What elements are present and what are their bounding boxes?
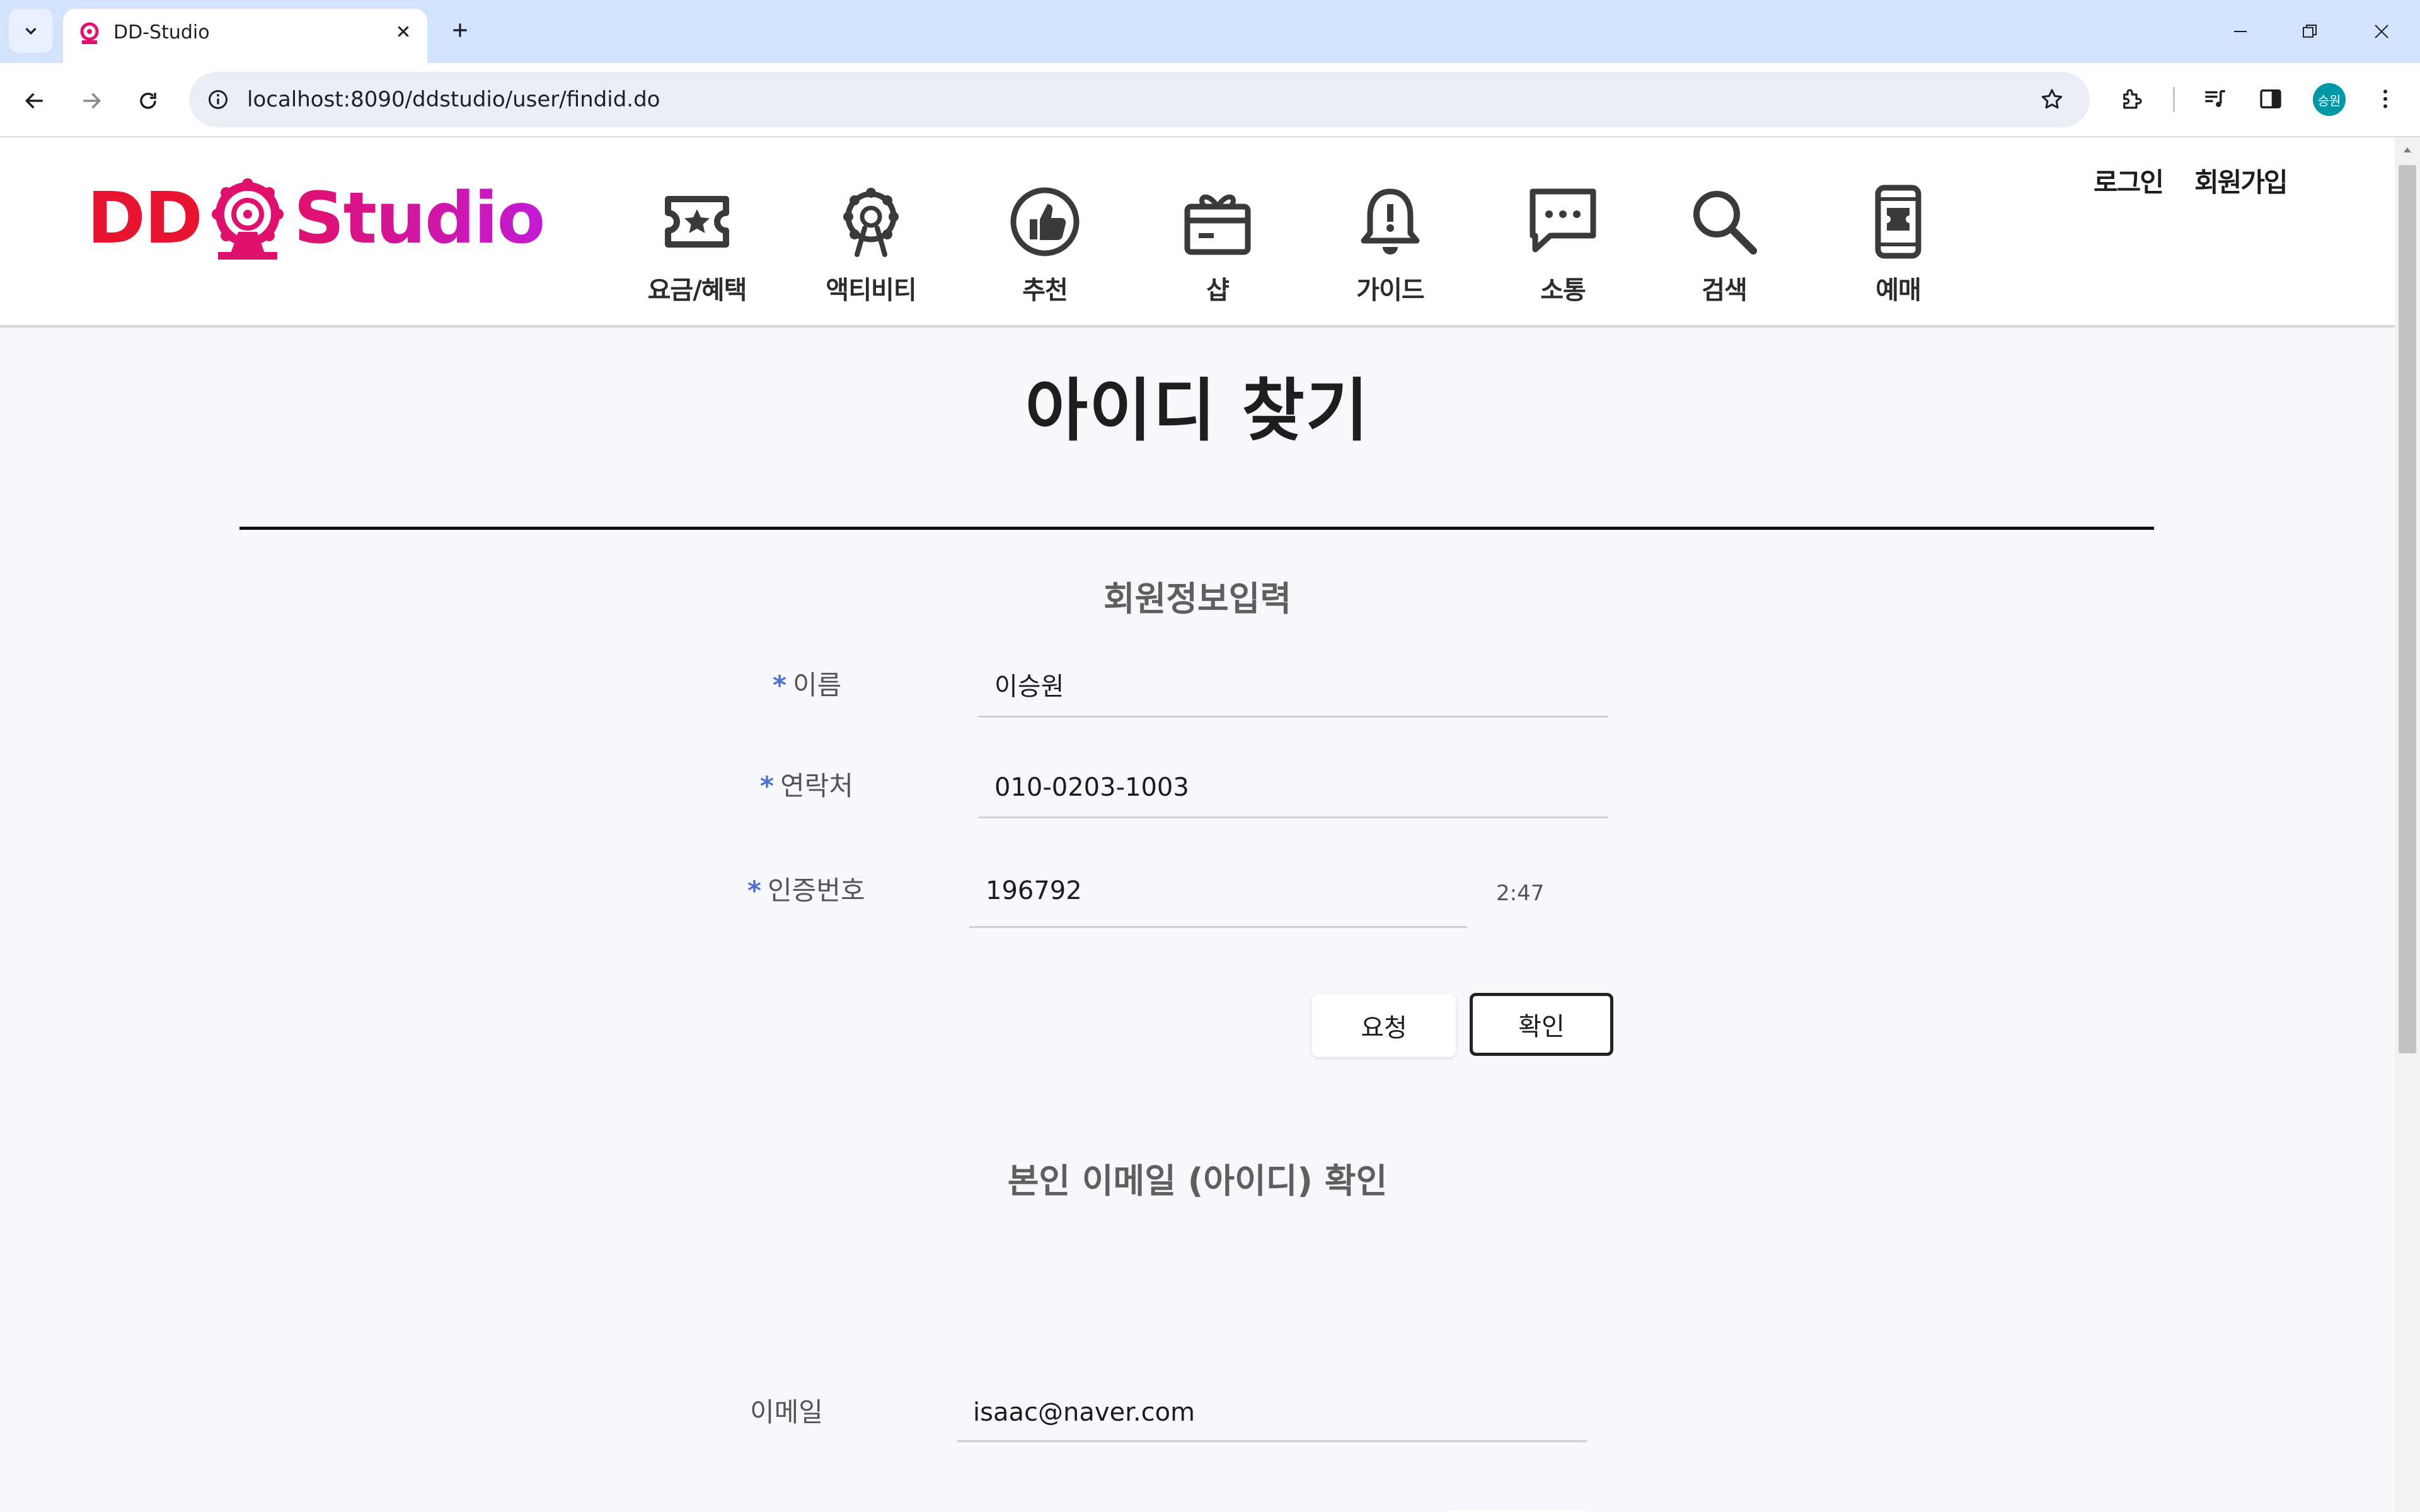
logo-text-dd: DD	[87, 178, 203, 260]
nav-item-search[interactable]: 검색	[1661, 184, 1787, 306]
email-label: 이메일	[750, 1397, 823, 1428]
login-link[interactable]: 로그인	[2094, 161, 2164, 200]
nav-label: 검색	[1702, 276, 1748, 305]
page-title: 아이디 찾기	[1025, 372, 1370, 450]
nav-label: 샵	[1206, 276, 1230, 305]
nav-label: 소통	[1540, 276, 1586, 305]
tab-close-button[interactable]	[389, 18, 417, 45]
name-label: * 이름	[773, 667, 841, 704]
tab-search-button[interactable]	[9, 9, 53, 53]
nav-item-activity[interactable]: 액티비티	[808, 184, 934, 306]
scrollbar-thumb[interactable]	[2399, 165, 2416, 1053]
page-viewport: DD Studio 요금/혜택 액티비티 추천 샵 가이드 소통 검색 예매 로…	[0, 137, 2395, 1512]
name-label-text: 이름	[792, 670, 842, 701]
arrow-left-icon	[25, 93, 43, 109]
extensions-button[interactable]	[2111, 78, 2153, 120]
logo-text-studio: Studio	[293, 178, 545, 260]
required-mark: *	[773, 670, 786, 701]
mobile-ticket-icon	[1875, 185, 1922, 259]
thumbs-up-icon	[1010, 187, 1080, 256]
site-header: DD Studio 요금/혜택 액티비티 추천 샵 가이드 소통 검색 예매 로…	[0, 137, 2395, 328]
toolbar-separator	[2173, 87, 2175, 112]
email-output[interactable]: isaac@naver.com	[973, 1394, 1195, 1431]
site-info-button[interactable]	[200, 82, 236, 117]
name-input[interactable]: 이승원	[994, 668, 1064, 706]
triangle-up-icon	[2404, 147, 2411, 152]
cancel-button[interactable]: 취소	[1447, 1509, 1589, 1512]
verification-timer: 2:47	[1496, 881, 1545, 906]
email-underline	[957, 1440, 1587, 1442]
verification-code-underline	[969, 926, 1467, 928]
nav-label: 요금/혜택	[647, 276, 747, 305]
restore-icon	[2303, 25, 2317, 38]
nav-item-shop[interactable]: 샵	[1155, 184, 1281, 306]
side-panel-button[interactable]	[2250, 78, 2291, 120]
bookmark-button[interactable]	[2033, 81, 2071, 118]
bell-alert-icon	[1361, 188, 1420, 255]
favicon-icon	[80, 22, 99, 44]
window-minimize-button[interactable]	[2218, 13, 2262, 50]
phone-input-underline	[978, 816, 1608, 818]
search-icon	[1693, 191, 1757, 255]
chevron-down-icon	[25, 28, 37, 35]
reload-icon	[140, 93, 156, 109]
forward-button[interactable]	[69, 79, 113, 123]
verification-code-input[interactable]: 196792	[986, 872, 1082, 910]
member-info-section-title: 회원정보입력	[1103, 579, 1292, 619]
music-queue-icon	[2205, 90, 2225, 107]
more-vertical-icon	[2383, 89, 2387, 108]
nav-item-recommend[interactable]: 추천	[982, 184, 1108, 306]
nav-label: 예매	[1876, 276, 1922, 305]
scroll-up-button[interactable]	[2395, 137, 2420, 163]
plus-icon	[453, 23, 467, 37]
new-tab-button[interactable]	[441, 11, 479, 49]
ticket-star-icon	[665, 196, 729, 248]
signup-link[interactable]: 회원가입	[2194, 161, 2288, 200]
tab-title: DD-Studio	[113, 21, 210, 43]
ferris-wheel-logo-icon	[211, 178, 284, 260]
nav-item-community[interactable]: 소통	[1500, 184, 1626, 306]
reload-button[interactable]	[126, 79, 170, 123]
nav-item-booking[interactable]: 예매	[1835, 184, 1961, 306]
gift-box-icon	[1184, 194, 1251, 255]
required-mark: *	[760, 770, 774, 801]
site-logo[interactable]: DD Studio	[87, 176, 545, 261]
title-divider	[239, 527, 2154, 530]
nav-item-pricing[interactable]: 요금/혜택	[634, 184, 760, 306]
phone-label: * 연락처	[760, 767, 853, 805]
side-panel-icon	[2260, 89, 2281, 108]
nav-label: 가이드	[1356, 276, 1424, 305]
url-text[interactable]: localhost:8090/ddstudio/user/findid.do	[247, 84, 660, 115]
ferris-wheel-icon	[843, 188, 899, 257]
close-icon	[398, 26, 409, 37]
required-mark: *	[747, 875, 761, 906]
name-input-underline	[978, 716, 1608, 718]
verification-code-label-text: 인증번호	[767, 875, 865, 906]
chat-bubble-icon	[1530, 188, 1596, 253]
browser-menu-button[interactable]	[2365, 78, 2406, 120]
confirm-code-button[interactable]: 확인	[1470, 993, 1613, 1056]
phone-label-text: 연락처	[780, 770, 853, 801]
media-controls-button[interactable]	[2194, 78, 2236, 120]
window-close-button[interactable]	[2360, 13, 2404, 50]
minimize-icon	[2234, 31, 2247, 32]
email-confirm-section-title: 본인 이메일 (아이디) 확인	[1007, 1161, 1388, 1201]
arrow-right-icon	[83, 93, 101, 109]
nav-label: 추천	[1022, 276, 1068, 305]
puzzle-icon	[2123, 89, 2142, 109]
phone-input[interactable]: 010-0203-1003	[994, 769, 1189, 806]
star-outline-icon	[2041, 89, 2063, 109]
nav-item-guide[interactable]: 가이드	[1327, 184, 1453, 306]
info-icon	[209, 90, 228, 109]
nav-label: 액티비티	[826, 276, 916, 305]
window-restore-button[interactable]	[2288, 13, 2332, 50]
close-icon	[2375, 25, 2388, 38]
verification-code-label: * 인증번호	[747, 872, 865, 910]
request-code-button[interactable]: 요청	[1312, 994, 1456, 1057]
back-button[interactable]	[13, 79, 57, 123]
profile-avatar[interactable]: 승원	[2313, 83, 2346, 116]
